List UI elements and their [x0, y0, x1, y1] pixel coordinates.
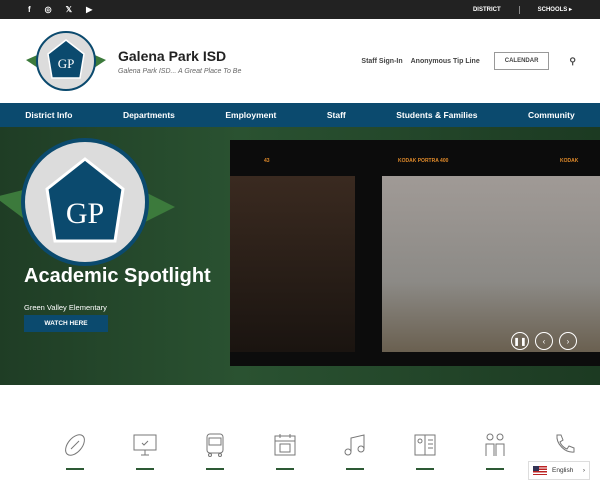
nav-district-info[interactable]: District Info [25, 110, 72, 120]
district-logo[interactable]: GP [24, 26, 108, 96]
header: GP Galena Park ISD Galena Park ISD... A … [0, 19, 600, 103]
film-frame [230, 176, 355, 352]
nav-students-families[interactable]: Students & Families [396, 110, 477, 120]
pause-button[interactable]: ❚❚ [511, 332, 529, 350]
anonymous-tip-line-link[interactable]: Anonymous Tip Line [411, 58, 480, 65]
quick-link-online[interactable] [110, 432, 180, 470]
language-label: English [552, 467, 574, 474]
quick-link-calendar[interactable] [250, 432, 320, 470]
site-title[interactable]: Galena Park ISD [118, 48, 241, 64]
bus-icon [206, 433, 224, 457]
divider [518, 5, 520, 14]
youtube-icon[interactable]: ▶ [86, 5, 92, 14]
menu-book-icon [414, 434, 436, 456]
previous-button[interactable]: ‹ [535, 332, 553, 350]
hero-video[interactable]: 43 KODAK PORTRA 400 KODAK ❚❚ ‹ › [230, 140, 600, 366]
svg-text:GP: GP [58, 56, 75, 71]
quick-link-fine-arts[interactable] [320, 432, 390, 470]
monitor-check-icon [133, 434, 157, 456]
x-icon[interactable]: 𝕏 [66, 5, 72, 14]
chevron-right-icon: › [582, 467, 585, 474]
quick-link-athletics[interactable] [40, 432, 110, 470]
facebook-icon[interactable]: f [28, 5, 31, 14]
film-frame [382, 176, 600, 352]
film-text: KODAK PORTRA 400 [398, 158, 449, 164]
phone-icon [556, 434, 575, 453]
quick-link-menus[interactable] [390, 432, 460, 470]
quick-links [0, 432, 600, 470]
us-flag-icon [533, 466, 547, 475]
football-icon [65, 434, 85, 456]
calendar-icon [274, 434, 296, 456]
hero-slideshow: GP Academic Spotlight Green Valley Eleme… [0, 127, 600, 385]
district-link[interactable]: DISTRICT [473, 7, 501, 13]
quick-link-family[interactable] [460, 432, 530, 470]
calendar-button[interactable]: CALENDAR [493, 52, 550, 70]
hero-heading: Academic Spotlight [24, 265, 211, 287]
hero-emblem: GP [0, 138, 175, 266]
language-selector[interactable]: English › [528, 461, 590, 480]
film-text: 43 [264, 158, 270, 164]
nav-staff[interactable]: Staff [327, 110, 346, 120]
schools-dropdown[interactable]: SCHOOLS ▸ [538, 6, 572, 13]
tagline: Galena Park ISD... A Great Place To Be [118, 67, 242, 75]
nav-employment[interactable]: Employment [225, 110, 276, 120]
music-icon [344, 434, 365, 456]
staff-sign-in-link[interactable]: Staff Sign-In [361, 58, 402, 65]
family-icon [485, 433, 505, 456]
nav-community[interactable]: Community [528, 110, 575, 120]
main-nav: District Info Departments Employment Sta… [0, 103, 600, 127]
hero-school: Green Valley Elementary [24, 303, 107, 312]
film-text: KODAK [560, 158, 579, 164]
svg-text:GP: GP [66, 197, 104, 230]
nav-departments[interactable]: Departments [123, 110, 175, 120]
search-icon[interactable]: ⚲ [569, 56, 576, 67]
next-button[interactable]: › [559, 332, 577, 350]
watch-here-button[interactable]: WATCH HERE [24, 315, 108, 332]
quick-link-bus[interactable] [180, 432, 250, 470]
instagram-icon[interactable]: ◎ [45, 5, 52, 14]
top-bar: f ◎ 𝕏 ▶ DISTRICT SCHOOLS ▸ [0, 0, 600, 19]
